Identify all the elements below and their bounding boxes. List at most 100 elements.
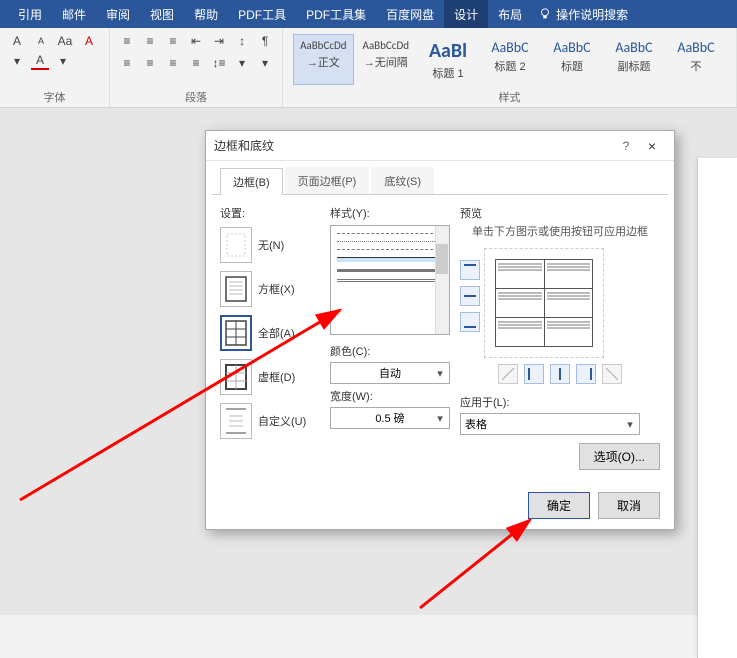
- highlight-icon[interactable]: ▾: [8, 52, 26, 70]
- tab-design[interactable]: 设计: [444, 0, 488, 29]
- align-right-icon[interactable]: ≡: [164, 54, 182, 72]
- style-heading2[interactable]: AaBbC 标题 2: [480, 34, 540, 85]
- align-left-icon[interactable]: ≡: [118, 54, 136, 72]
- dialog-tabs: 边框(B) 页面边框(P) 底纹(S): [212, 161, 668, 195]
- tab-pdf-tools[interactable]: PDF工具: [228, 0, 296, 29]
- line-style-item[interactable]: [337, 241, 443, 242]
- style-subtitle[interactable]: AaBbC 副标题: [604, 34, 664, 85]
- style-more[interactable]: AaBbC 不: [666, 34, 726, 85]
- line-spacing-icon[interactable]: ↕≡: [210, 54, 228, 72]
- align-center-icon[interactable]: ≡: [141, 54, 159, 72]
- apply-to-combo[interactable]: 表格 ▾: [460, 413, 640, 435]
- setting-label: 全部(A): [258, 325, 295, 341]
- cancel-button[interactable]: 取消: [598, 492, 660, 519]
- width-combo[interactable]: 0.5 磅 ▾: [330, 407, 450, 429]
- style-heading1[interactable]: AaBl 标题 1: [418, 34, 478, 85]
- border-diag2-button[interactable]: [602, 364, 622, 384]
- close-icon[interactable]: ×: [638, 138, 666, 154]
- style-no-spacing[interactable]: AaBbCcDd →无间隔: [356, 34, 416, 85]
- styles-group: AaBbCcDd →正文 AaBbCcDd →无间隔 AaBl 标题 1 AaB…: [283, 28, 737, 107]
- tab-borders[interactable]: 边框(B): [220, 168, 283, 195]
- preview-canvas[interactable]: [484, 248, 604, 358]
- border-vmiddle-button[interactable]: [550, 364, 570, 384]
- style-list[interactable]: [330, 225, 450, 335]
- style-name: 副标题: [611, 58, 657, 74]
- paragraph-group-label: 段落: [118, 87, 274, 105]
- border-right-icon: [580, 368, 592, 380]
- setting-none-icon: [220, 227, 252, 263]
- font-group: A A Aa A ▾ A ▾ 字体: [0, 28, 110, 107]
- style-preview: AaBbC: [611, 39, 657, 56]
- border-hmiddle-button[interactable]: [460, 286, 480, 306]
- font-grow-icon[interactable]: A: [8, 32, 26, 50]
- clear-format-icon[interactable]: A: [80, 32, 98, 50]
- dialog-titlebar[interactable]: 边框和底纹 ? ×: [206, 131, 674, 161]
- numbering-icon[interactable]: ≡: [141, 32, 159, 50]
- border-left-button[interactable]: [524, 364, 544, 384]
- line-style-item[interactable]: [337, 249, 443, 250]
- font-color-icon[interactable]: A: [31, 52, 49, 70]
- setting-grid-icon: [220, 359, 252, 395]
- styles-gallery[interactable]: AaBbCcDd →正文 AaBbCcDd →无间隔 AaBl 标题 1 AaB…: [291, 32, 728, 87]
- document-page[interactable]: [697, 158, 737, 658]
- options-button[interactable]: 选项(O)...: [579, 443, 660, 470]
- tab-page-border[interactable]: 页面边框(P): [285, 167, 370, 194]
- tab-references[interactable]: 引用: [8, 0, 52, 29]
- border-right-button[interactable]: [576, 364, 596, 384]
- setting-box-icon: [220, 271, 252, 307]
- align-justify-icon[interactable]: ≡: [187, 54, 205, 72]
- font-group-label: 字体: [8, 87, 101, 105]
- change-case-icon[interactable]: Aa: [56, 32, 74, 50]
- style-normal[interactable]: AaBbCcDd →正文: [293, 34, 353, 85]
- char-shading-icon[interactable]: ▾: [54, 52, 72, 70]
- color-combo[interactable]: 自动 ▾: [330, 362, 450, 384]
- setting-custom[interactable]: 自定义(U): [220, 403, 320, 439]
- style-column: 样式(Y): 颜色(C): 自动 ▾ 宽度(W): 0.5 磅 ▾: [330, 205, 450, 480]
- ok-button[interactable]: 确定: [528, 492, 590, 519]
- style-preview: AaBbC: [673, 39, 719, 56]
- border-top-button[interactable]: [460, 260, 480, 280]
- line-style-item[interactable]: [337, 233, 443, 234]
- tab-shading[interactable]: 底纹(S): [371, 167, 434, 194]
- preview-column: 预览 单击下方图示或使用按钮可应用边框: [460, 205, 660, 480]
- show-marks-icon[interactable]: ¶: [256, 32, 274, 50]
- tab-mailings[interactable]: 邮件: [52, 0, 96, 29]
- style-preview: AaBbCcDd: [363, 39, 409, 52]
- font-shrink-icon[interactable]: A: [32, 32, 50, 50]
- line-style-item-selected[interactable]: [337, 257, 443, 262]
- style-preview: AaBbC: [487, 39, 533, 56]
- style-scrollbar[interactable]: [435, 226, 449, 334]
- line-style-item[interactable]: [337, 269, 443, 272]
- shading-icon[interactable]: ▾: [233, 54, 251, 72]
- setting-all[interactable]: 全部(A): [220, 315, 320, 351]
- paragraph-group: ≡ ≡ ≡ ⇤ ⇥ ↕ ¶ ≡ ≡ ≡ ≡ ↕≡ ▾ ▾ 段落: [110, 28, 283, 107]
- setting-grid[interactable]: 虚框(D): [220, 359, 320, 395]
- ribbon-tabs: 引用 邮件 审阅 视图 帮助 PDF工具 PDF工具集 百度网盘 设计 布局 操…: [0, 0, 737, 28]
- settings-label: 设置:: [220, 205, 320, 221]
- style-title[interactable]: AaBbC 标题: [542, 34, 602, 85]
- tab-baidu[interactable]: 百度网盘: [376, 0, 444, 29]
- multilevel-icon[interactable]: ≡: [164, 32, 182, 50]
- dialog-help-button[interactable]: ?: [614, 139, 638, 153]
- borders-icon[interactable]: ▾: [256, 54, 274, 72]
- scroll-thumb[interactable]: [436, 244, 448, 274]
- apply-to-label: 应用于(L):: [460, 394, 660, 410]
- setting-none[interactable]: 无(N): [220, 227, 320, 263]
- bullets-icon[interactable]: ≡: [118, 32, 136, 50]
- line-style-item[interactable]: [337, 279, 443, 282]
- tell-me-label: 操作说明搜索: [556, 6, 628, 23]
- sort-icon[interactable]: ↕: [233, 32, 251, 50]
- tab-view[interactable]: 视图: [140, 0, 184, 29]
- setting-box[interactable]: 方框(X): [220, 271, 320, 307]
- setting-label: 自定义(U): [258, 413, 306, 429]
- border-bottom-button[interactable]: [460, 312, 480, 332]
- border-diag1-button[interactable]: [498, 364, 518, 384]
- tell-me-search[interactable]: 操作说明搜索: [538, 6, 628, 23]
- tab-layout[interactable]: 布局: [488, 0, 532, 29]
- indent-dec-icon[interactable]: ⇤: [187, 32, 205, 50]
- indent-inc-icon[interactable]: ⇥: [210, 32, 228, 50]
- tab-review[interactable]: 审阅: [96, 0, 140, 29]
- tab-help[interactable]: 帮助: [184, 0, 228, 29]
- tab-pdf-toolset[interactable]: PDF工具集: [296, 0, 376, 29]
- setting-label: 虚框(D): [258, 369, 295, 385]
